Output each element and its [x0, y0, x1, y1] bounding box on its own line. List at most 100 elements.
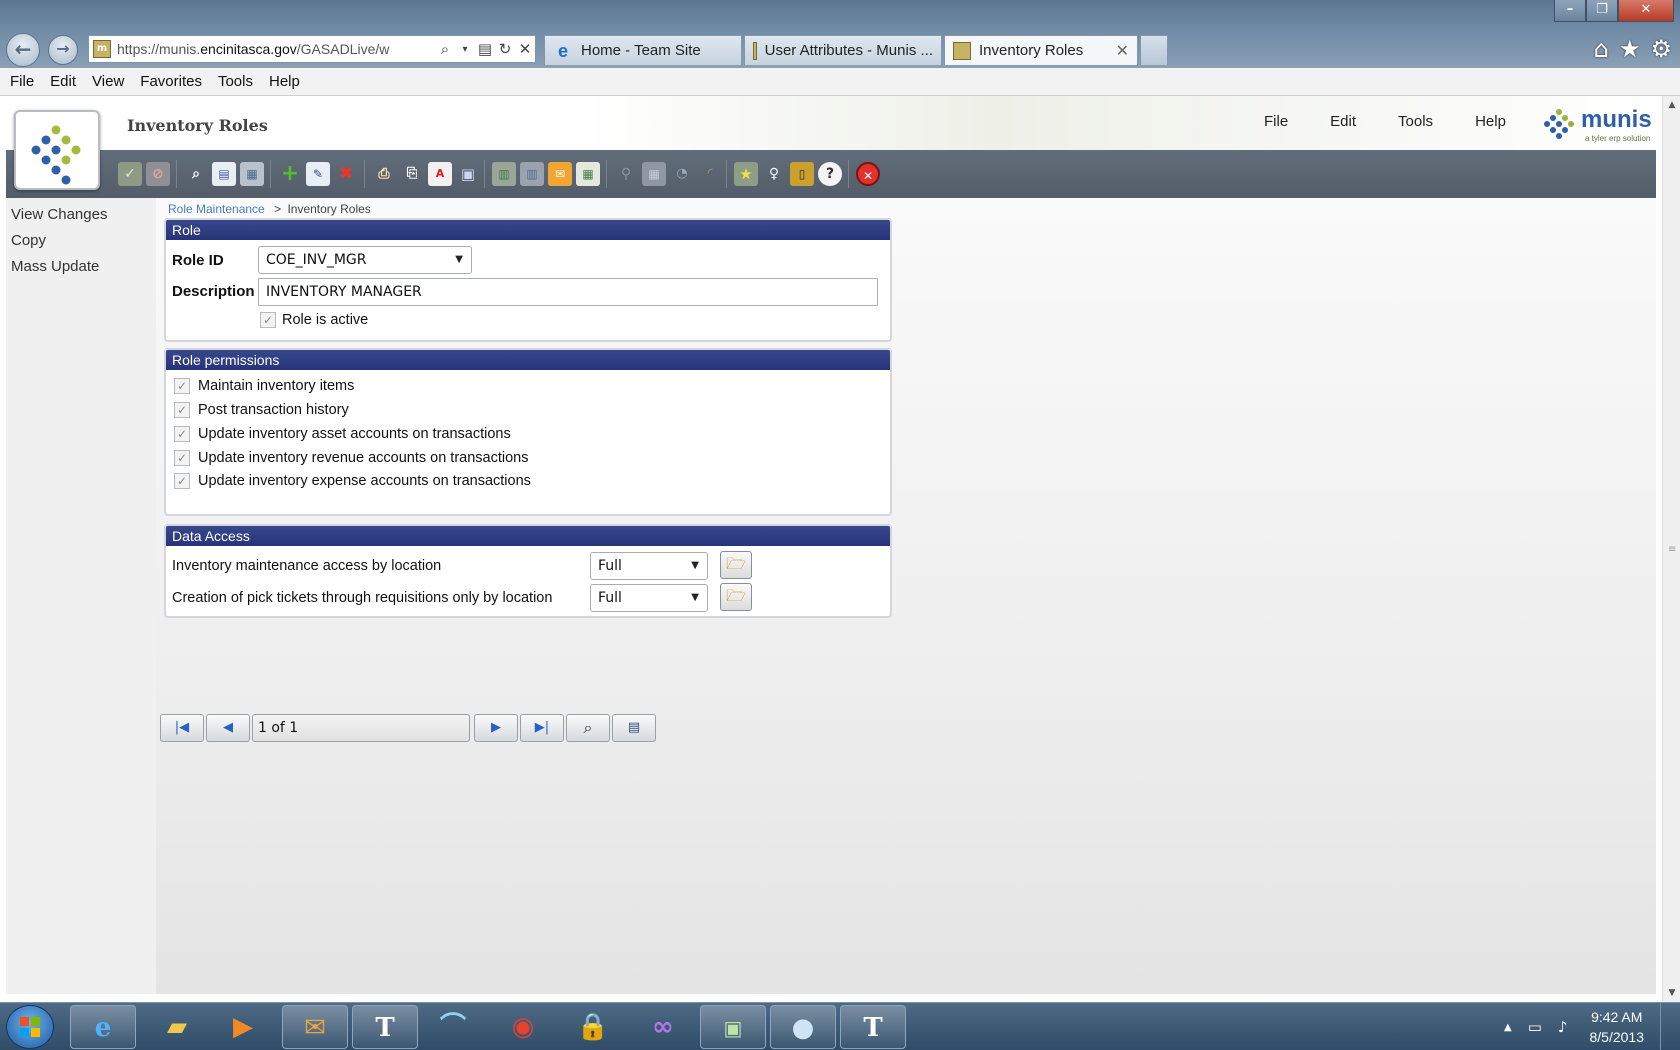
exit-icon[interactable]: ✕	[856, 162, 880, 186]
taskbar-visual-studio[interactable]: ∞	[630, 1005, 696, 1049]
search-icon[interactable]: ⌕	[566, 714, 610, 742]
menu-view[interactable]: View	[84, 73, 132, 90]
menu-favorites[interactable]: Favorites	[132, 73, 210, 90]
close-window-button[interactable]: ✕	[1618, 0, 1674, 22]
delete-icon[interactable]: ✖	[334, 162, 358, 186]
report-icon[interactable]: ▦	[642, 162, 666, 186]
permission-checkbox[interactable]: ✓	[174, 402, 190, 418]
refresh-icon[interactable]: ↻	[495, 40, 515, 58]
address-text[interactable]: https://munis.encinitasca.gov/GASADLive/…	[117, 41, 435, 57]
taskbar-internet-explorer[interactable]: e	[70, 1005, 136, 1049]
chevron-down-icon[interactable]: ▼	[691, 585, 699, 611]
chevron-down-icon[interactable]: ▼	[691, 553, 699, 579]
favorites-star-icon[interactable]: ★	[1619, 34, 1641, 64]
list-view-icon[interactable]: ▤	[612, 714, 656, 742]
pdf-icon[interactable]: A	[428, 162, 452, 186]
menu-file[interactable]: File	[2, 73, 42, 90]
address-bar[interactable]: m https://munis.encinitasca.gov/GASADLiv…	[88, 35, 536, 63]
browse-icon[interactable]: ▤	[212, 162, 236, 186]
scroll-down-icon[interactable]: ▼	[1663, 984, 1680, 1002]
feed-icon[interactable]: ◜	[698, 162, 722, 186]
menu-edit[interactable]: Edit	[42, 73, 84, 90]
start-button[interactable]	[6, 1005, 54, 1049]
table-icon[interactable]: ▦	[576, 162, 600, 186]
taskbar-outlook[interactable]: ✉	[282, 1005, 348, 1049]
email-icon[interactable]: ✉	[548, 162, 572, 186]
taskbar-media-player[interactable]: ▶	[210, 1005, 276, 1049]
pick-tickets-access-select[interactable]: Full ▼	[590, 584, 708, 612]
tab-user-attributes[interactable]: User Attributes - Munis ...	[744, 35, 942, 65]
list-icon[interactable]: ▦	[240, 162, 264, 186]
dropdown-arrow-icon[interactable]: ▾	[455, 44, 475, 55]
scroll-up-icon[interactable]: ▲	[1663, 96, 1680, 114]
print-icon[interactable]: ⎙	[372, 162, 396, 186]
update-icon[interactable]: ✎	[306, 162, 330, 186]
breadcrumb-link-role-maintenance[interactable]: Role Maintenance	[168, 202, 265, 216]
page-scrollbar[interactable]: ▲ ≡ ▼	[1662, 96, 1680, 1002]
app-menu-tools[interactable]: Tools	[1398, 113, 1433, 130]
system-clock[interactable]: 9:42 AM 8/5/2013	[1590, 1007, 1645, 1047]
taskbar-remote-desktop[interactable]: ▣	[700, 1005, 766, 1049]
taskbar-tyler-app-2[interactable]: T	[840, 1005, 906, 1049]
help-icon[interactable]: ?	[818, 162, 842, 186]
forward-button[interactable]: →	[48, 35, 78, 65]
taskbar-chat-app[interactable]: ●	[770, 1005, 836, 1049]
volume-icon[interactable]: ♪	[1558, 1018, 1568, 1036]
search-icon[interactable]: ⌕	[184, 162, 208, 186]
close-tab-icon[interactable]: ✕	[1108, 41, 1129, 61]
favorite-star-icon[interactable]: ★	[734, 162, 758, 186]
description-field[interactable]: INVENTORY MANAGER	[258, 278, 878, 306]
save-icon[interactable]: ▣	[456, 162, 480, 186]
show-hidden-icons-icon[interactable]: ▲	[1504, 1022, 1512, 1033]
app-menu-edit[interactable]: Edit	[1330, 113, 1356, 130]
taskbar-security-app[interactable]: 🔒	[560, 1005, 626, 1049]
app-menu-help[interactable]: Help	[1475, 113, 1506, 130]
attach-icon[interactable]: ⚲	[614, 162, 638, 186]
inventory-access-select[interactable]: Full ▼	[590, 552, 708, 580]
excel-icon[interactable]: ▥	[492, 162, 516, 186]
tab-home-team-site[interactable]: e Home - Team Site	[544, 35, 742, 65]
minimize-button[interactable]: –	[1554, 0, 1586, 22]
app-menu-file[interactable]: File	[1264, 113, 1288, 130]
next-record-button[interactable]: ▶	[474, 714, 518, 742]
role-active-checkbox[interactable]: ✓	[260, 312, 276, 328]
book-icon[interactable]: ▯	[790, 162, 814, 186]
compatibility-view-icon[interactable]: ▤	[475, 40, 495, 58]
permission-checkbox[interactable]: ✓	[174, 426, 190, 442]
menu-tools[interactable]: Tools	[210, 73, 261, 90]
folder-open-icon[interactable]: 🗁	[720, 583, 752, 611]
preview-icon[interactable]: ⎘	[400, 162, 424, 186]
network-icon[interactable]: ▭	[1528, 1018, 1542, 1036]
permission-checkbox[interactable]: ✓	[174, 473, 190, 489]
previous-record-button[interactable]: ◀	[206, 714, 250, 742]
chart-icon[interactable]: ◔	[670, 162, 694, 186]
taskbar-network-app[interactable]: ⌒	[420, 1005, 486, 1049]
show-desktop-button[interactable]	[1660, 1003, 1672, 1050]
view-changes-link[interactable]: View Changes	[6, 204, 156, 226]
permission-checkbox[interactable]: ✓	[174, 378, 190, 394]
accept-icon[interactable]: ✓	[118, 162, 142, 186]
chevron-down-icon[interactable]: ▼	[455, 247, 463, 273]
taskbar-tyler-app[interactable]: T	[352, 1005, 418, 1049]
first-record-button[interactable]: |◀	[160, 714, 204, 742]
last-record-button[interactable]: ▶|	[520, 714, 564, 742]
permission-checkbox[interactable]: ✓	[174, 450, 190, 466]
back-button[interactable]: ←	[6, 33, 40, 67]
folder-open-icon[interactable]: 🗁	[720, 551, 752, 579]
role-id-select[interactable]: COE_INV_MGR ▼	[258, 246, 472, 274]
tip-bulb-icon[interactable]: ♀	[762, 162, 786, 186]
taskbar-chrome[interactable]: ◉	[490, 1005, 556, 1049]
restore-button[interactable]: ❐	[1586, 0, 1618, 22]
add-icon[interactable]: +	[278, 162, 302, 186]
new-tab-button[interactable]	[1140, 35, 1168, 65]
settings-gear-icon[interactable]: ⚙	[1650, 34, 1672, 64]
scroll-grip-icon[interactable]: ≡	[1668, 544, 1676, 555]
cancel-icon[interactable]: ⊘	[146, 162, 170, 186]
app-logo-badge[interactable]	[14, 110, 100, 190]
search-icon[interactable]: ⌕	[435, 40, 455, 58]
mass-update-link[interactable]: Mass Update	[6, 256, 156, 278]
tab-inventory-roles[interactable]: Inventory Roles ✕	[944, 35, 1138, 65]
word-icon[interactable]: ▥	[520, 162, 544, 186]
copy-link[interactable]: Copy	[6, 230, 156, 252]
stop-icon[interactable]: ✕	[515, 40, 535, 58]
